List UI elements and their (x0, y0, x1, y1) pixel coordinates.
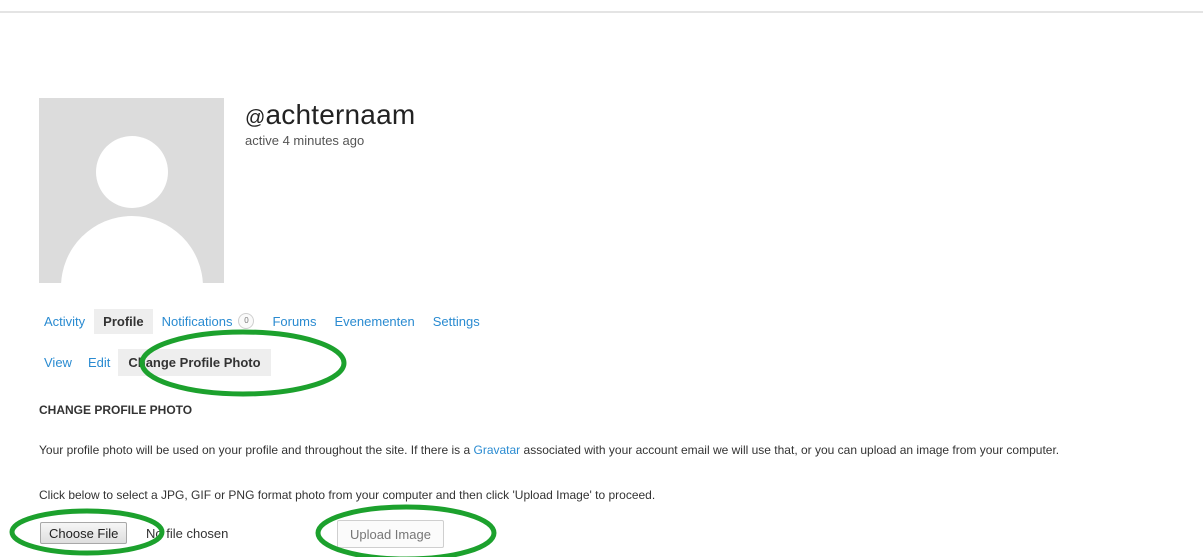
upload-instructions: Click below to select a JPG, GIF or PNG … (39, 488, 656, 502)
upload-image-button[interactable]: Upload Image (337, 520, 444, 548)
username: achternaam (265, 99, 416, 130)
photo-description: Your profile photo will be used on your … (39, 443, 1060, 457)
nav-item-forums[interactable]: Forums (263, 309, 325, 334)
subnav-item-change-profile-photo[interactable]: Change Profile Photo (118, 348, 271, 376)
avatar (39, 98, 224, 283)
nav-item-label: Notifications (161, 313, 233, 329)
default-avatar-icon (96, 136, 168, 208)
nav-item-notifications[interactable]: Notifications 0 (153, 308, 264, 334)
nav-item-settings[interactable]: Settings (424, 309, 489, 334)
choose-file-button[interactable]: Choose File (40, 522, 128, 544)
profile-nav: Activity Profile Notifications 0 Forums … (44, 308, 489, 334)
gravatar-link[interactable]: Gravatar (474, 443, 521, 457)
section-title: CHANGE PROFILE PHOTO (39, 403, 193, 417)
profile-handle: @achternaam (245, 99, 415, 131)
notification-count-badge: 0 (238, 313, 255, 329)
at-sign: @ (245, 107, 266, 129)
subnav-item-edit[interactable]: Edit (80, 349, 118, 376)
file-status: No file chosen (146, 526, 229, 541)
nav-item-evenementen[interactable]: Evenementen (326, 309, 424, 334)
top-bar (0, 0, 1203, 13)
last-active-status: active 4 minutes ago (245, 133, 365, 148)
subnav-item-view[interactable]: View (36, 349, 80, 376)
nav-item-activity[interactable]: Activity (35, 309, 94, 334)
profile-subnav: View Edit Change Profile Photo (44, 348, 271, 376)
nav-item-profile[interactable]: Profile (94, 308, 153, 334)
